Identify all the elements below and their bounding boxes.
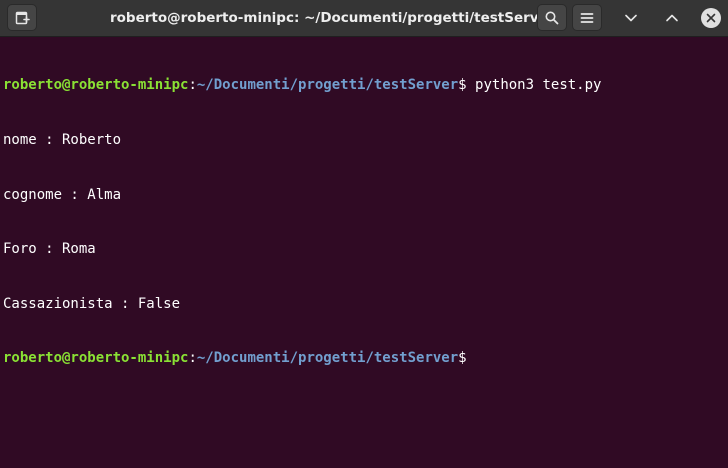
close-button[interactable] [701,8,721,28]
prompt-path: ~/Documenti/progetti/testServer [196,77,459,94]
command-text: python3 test.py [466,77,602,94]
prompt-path: ~/Documenti/progetti/testServer [196,350,459,367]
prompt-line: roberto@roberto-minipc:~/Documenti/proge… [3,349,725,367]
chevron-up-icon [664,10,680,26]
prompt-line: roberto@roberto-minipc:~/Documenti/proge… [3,76,725,94]
output-line: Foro : Roma [3,241,96,258]
header-bar: roberto@roberto-minipc: ~/Documenti/prog… [0,0,728,37]
new-tab-button[interactable] [7,4,37,31]
minimize-button[interactable] [617,5,645,31]
prompt-user: roberto@roberto-minipc [3,350,189,367]
hamburger-menu-icon [579,10,595,26]
prompt-dollar: $ [458,77,467,94]
close-icon [706,13,716,23]
output-line: Cassazionista : False [3,295,181,312]
new-tab-icon [14,10,30,26]
terminal-output-area[interactable]: roberto@roberto-minipc:~/Documenti/proge… [3,40,725,464]
window-title: roberto@roberto-minipc: ~/Documenti/prog… [110,10,555,26]
output-line: nome : Roberto [3,132,122,148]
menu-button[interactable] [572,4,602,31]
prompt-separator: : [188,77,197,94]
output-line: cognome : Alma [3,186,122,203]
chevron-down-icon [623,10,639,26]
prompt-dollar: $ [458,350,467,367]
maximize-button[interactable] [658,5,686,31]
prompt-user: roberto@roberto-minipc [3,77,189,94]
search-icon [544,10,560,26]
prompt-separator: : [188,350,197,367]
terminal-window: roberto@roberto-minipc: ~/Documenti/prog… [0,0,728,468]
search-button[interactable] [537,4,567,31]
